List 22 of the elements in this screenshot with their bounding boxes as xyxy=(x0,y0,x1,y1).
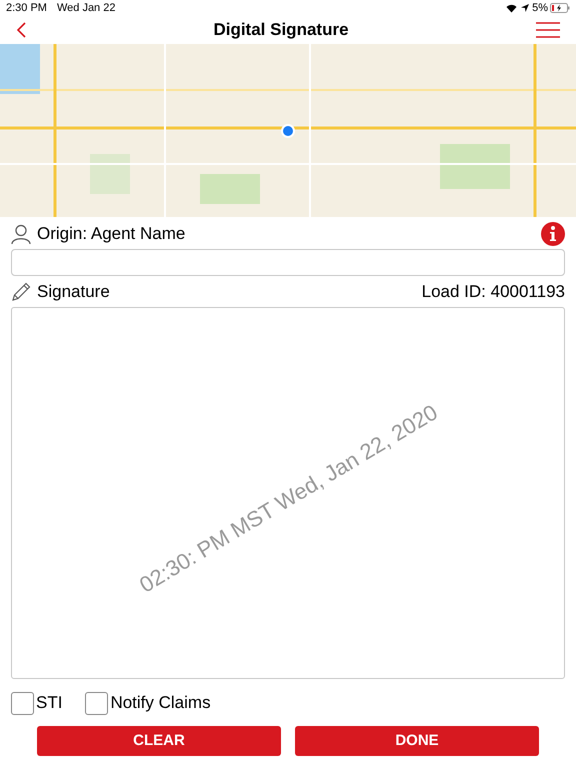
pencil-icon xyxy=(11,282,31,302)
checkbox-label: Notify Claims xyxy=(110,692,211,714)
battery-percent: 5% xyxy=(532,0,548,16)
checkbox[interactable] xyxy=(85,692,108,714)
checkbox-label: STI xyxy=(36,692,62,714)
battery-icon xyxy=(550,3,570,13)
person-icon xyxy=(11,224,31,244)
status-time: 2:30 PM xyxy=(6,0,47,16)
back-icon[interactable] xyxy=(16,22,26,38)
wifi-icon xyxy=(506,4,518,12)
origin-label: Origin: Agent Name xyxy=(37,223,186,246)
clear-button[interactable]: CLEAR xyxy=(37,726,281,756)
location-arrow-icon xyxy=(521,4,530,12)
signature-label: Signature xyxy=(37,281,110,304)
origin-input[interactable] xyxy=(11,249,565,276)
menu-icon[interactable] xyxy=(536,22,560,38)
checkbox[interactable] xyxy=(11,692,34,714)
status-date: Wed Jan 22 xyxy=(56,0,116,16)
page-title: Digital Signature xyxy=(213,19,349,42)
info-icon[interactable] xyxy=(541,222,565,246)
done-button[interactable]: DONE xyxy=(295,726,539,756)
load-id: Load ID: 40001193 xyxy=(422,281,565,304)
